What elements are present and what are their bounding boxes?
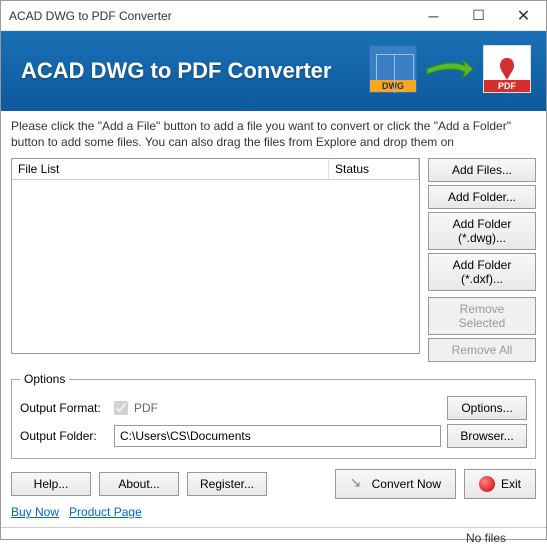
convert-icon xyxy=(350,476,366,492)
instructions-text: Please click the "Add a File" button to … xyxy=(11,119,536,150)
arrow-icon xyxy=(425,54,475,84)
options-group: Options Output Format: PDF Options... Ou… xyxy=(11,372,536,459)
pdf-icon: PDF xyxy=(483,45,531,93)
register-button[interactable]: Register... xyxy=(187,472,267,496)
options-legend: Options xyxy=(20,372,69,386)
minimize-button[interactable]: ─ xyxy=(411,1,456,31)
help-button[interactable]: Help... xyxy=(11,472,91,496)
titlebar: ACAD DWG to PDF Converter ─ ☐ ✕ xyxy=(1,1,546,31)
file-list[interactable]: File List Status xyxy=(11,158,420,354)
banner-icons: DWG PDF xyxy=(369,45,531,93)
file-list-header: File List Status xyxy=(12,159,419,180)
remove-all-button: Remove All xyxy=(428,338,536,362)
maximize-button[interactable]: ☐ xyxy=(456,1,501,31)
output-folder-label: Output Folder: xyxy=(20,429,108,443)
remove-selected-button: Remove Selected xyxy=(428,297,536,335)
add-folder-button[interactable]: Add Folder... xyxy=(428,185,536,209)
exit-label: Exit xyxy=(501,477,521,491)
col-file-list[interactable]: File List xyxy=(12,159,329,179)
dwg-label: DWG xyxy=(370,80,416,92)
exit-icon xyxy=(479,476,495,492)
buy-now-link[interactable]: Buy Now xyxy=(11,505,59,519)
add-folder-dwg-button[interactable]: Add Folder (*.dwg)... xyxy=(428,212,536,250)
convert-now-button[interactable]: Convert Now xyxy=(335,469,456,499)
about-button[interactable]: About... xyxy=(99,472,179,496)
dwg-icon: DWG xyxy=(369,45,417,93)
close-button[interactable]: ✕ xyxy=(501,1,546,31)
exit-button[interactable]: Exit xyxy=(464,469,536,499)
status-text: No files xyxy=(466,531,506,545)
banner-title: ACAD DWG to PDF Converter xyxy=(21,58,331,84)
product-page-link[interactable]: Product Page xyxy=(69,505,142,519)
add-folder-dxf-button[interactable]: Add Folder (*.dxf)... xyxy=(428,253,536,291)
output-format-checkbox xyxy=(114,401,128,415)
options-button[interactable]: Options... xyxy=(447,396,527,420)
browser-button[interactable]: Browser... xyxy=(447,424,527,448)
banner: ACAD DWG to PDF Converter DWG PDF xyxy=(1,31,546,111)
statusbar: No files xyxy=(1,527,546,548)
add-files-button[interactable]: Add Files... xyxy=(428,158,536,182)
window-title: ACAD DWG to PDF Converter xyxy=(9,9,411,23)
pdf-label: PDF xyxy=(484,80,530,92)
output-folder-input[interactable] xyxy=(114,425,441,447)
convert-label: Convert Now xyxy=(372,477,441,491)
output-format-value: PDF xyxy=(134,401,158,415)
col-status[interactable]: Status xyxy=(329,159,419,179)
output-format-label: Output Format: xyxy=(20,401,108,415)
